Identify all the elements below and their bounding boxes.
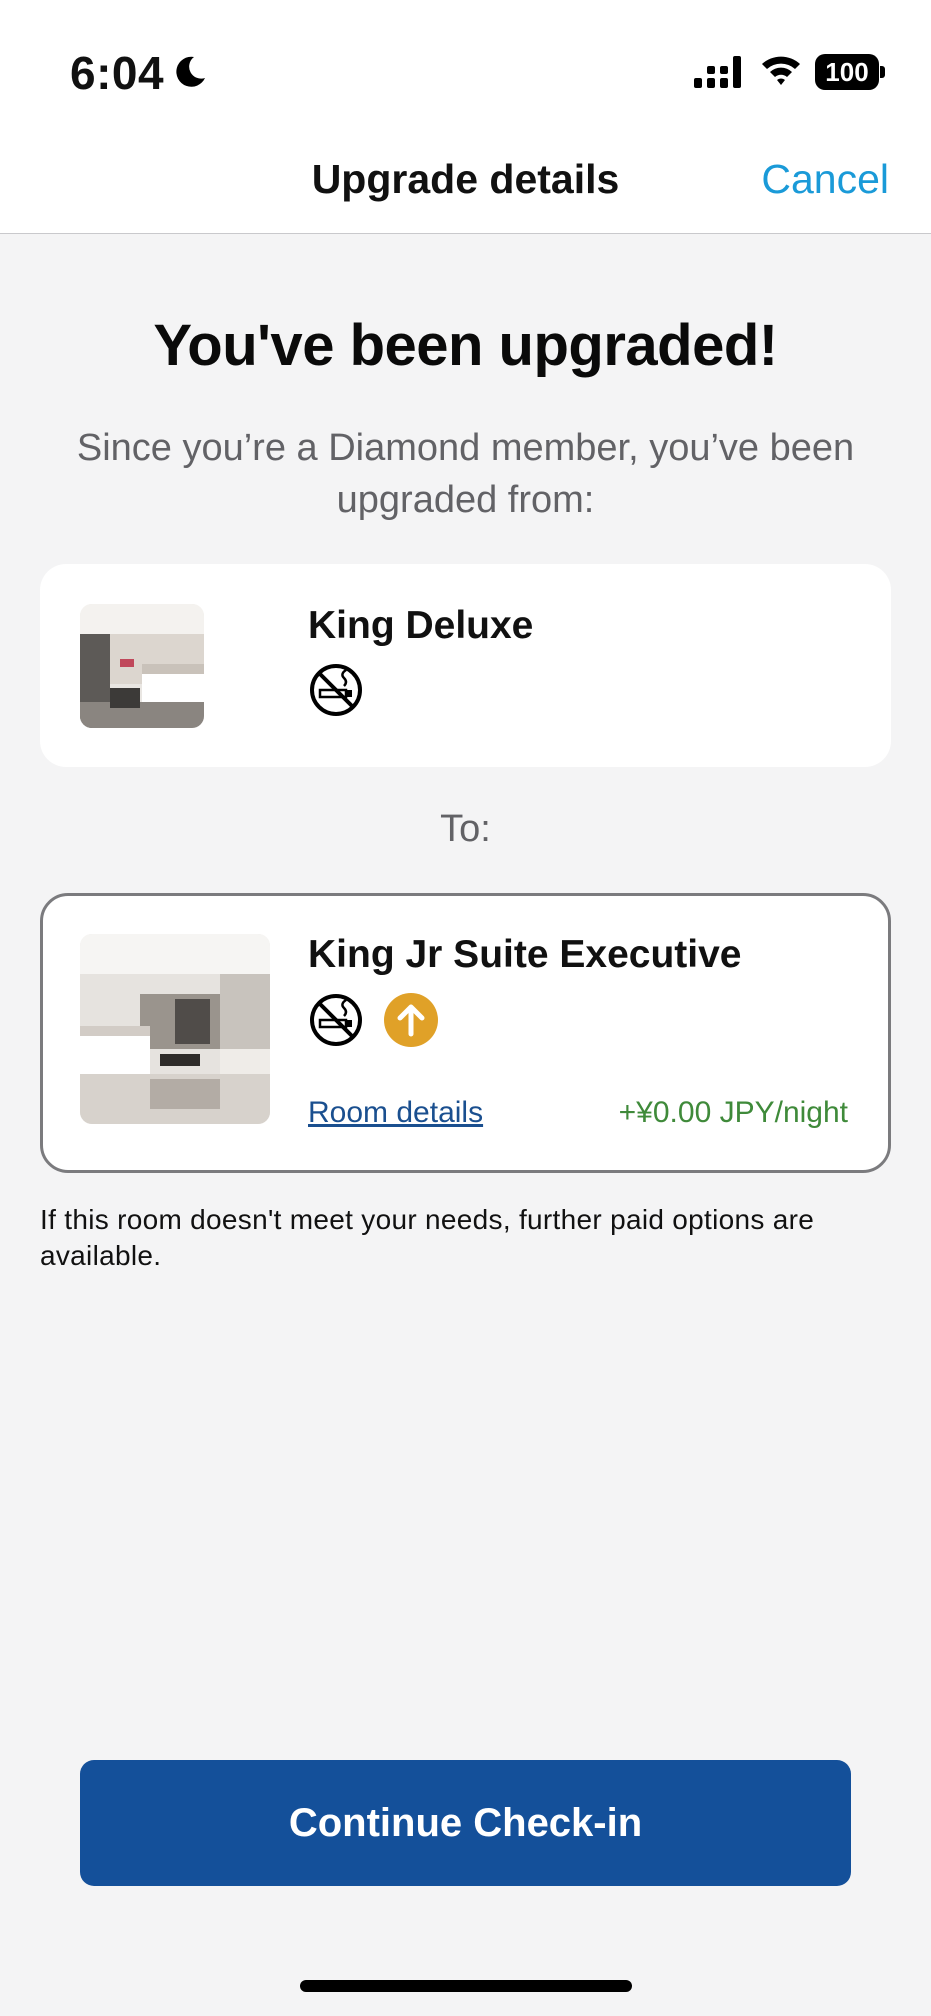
continue-check-in-button[interactable]: Continue Check-in [80,1760,851,1886]
cancel-button[interactable]: Cancel [761,156,889,203]
upgrade-headline: You've been upgraded! [153,313,778,378]
battery-cap [880,66,885,78]
paid-options-note: If this room doesn't meet your needs, fu… [40,1204,815,1271]
room-details-link[interactable]: Room details [308,1096,483,1130]
cellular-signal-icon [694,56,744,90]
upgrade-subtitle: Since you’re a Diamond member, you’ve be… [76,427,855,521]
status-time: 6:04 [70,47,165,99]
moon-icon [172,54,208,90]
nav-header: Upgrade details Cancel [0,130,931,234]
status-bar: 6:04 100 [0,0,931,130]
from-room-name: King Deluxe [308,604,534,647]
upgrade-arrow-icon [383,992,439,1048]
to-room-photo [80,934,270,1124]
to-room-name: King Jr Suite Executive [308,933,742,976]
battery-level: 100 [815,54,879,90]
home-indicator [300,1980,632,1992]
room-price: +¥0.00 JPY/night [618,1096,848,1129]
to-label: To: [440,808,491,850]
no-smoking-icon [308,992,364,1048]
wifi-icon [760,52,802,88]
no-smoking-icon [308,662,364,718]
battery-icon: 100 [815,54,885,90]
from-room-card: King Deluxe [40,564,891,767]
from-room-photo [80,604,204,728]
to-room-card[interactable]: King Jr Suite Executive Room details +¥0… [40,893,891,1173]
